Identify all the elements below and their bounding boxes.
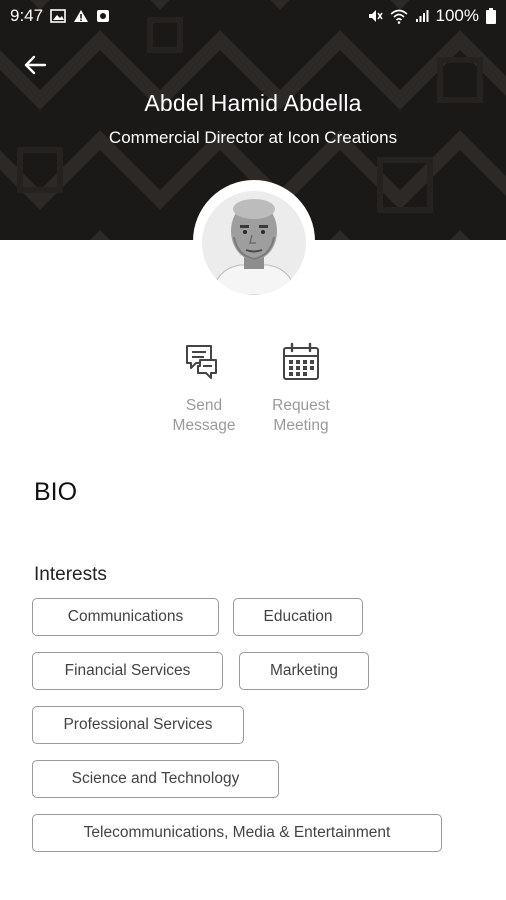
interest-chip[interactable]: Professional Services <box>32 706 244 744</box>
battery-percent: 100% <box>435 6 479 25</box>
image-icon <box>50 9 66 23</box>
calendar-icon <box>283 342 319 380</box>
avatar <box>193 180 315 302</box>
status-bar: 9:47 100% <box>0 0 506 32</box>
request-meeting-button[interactable]: Request Meeting <box>251 342 351 436</box>
interest-chip[interactable]: Education <box>233 598 363 636</box>
profile-name: Abdel Hamid Abdella <box>144 90 362 116</box>
profile-job-title: Commercial Director at Icon Creations <box>108 128 398 147</box>
interest-chip[interactable]: Marketing <box>239 652 369 690</box>
bio-heading: BIO <box>34 478 78 506</box>
send-message-label: Send Message <box>172 397 236 434</box>
signal-icon <box>415 9 429 23</box>
request-meeting-label: Request Meeting <box>272 397 330 434</box>
interest-chip[interactable]: Telecommunications, Media & Entertainmen… <box>32 814 442 852</box>
interest-chip[interactable]: Communications <box>32 598 219 636</box>
arrow-left-icon <box>24 55 47 75</box>
app-notification-icon <box>96 9 110 23</box>
wifi-icon <box>389 9 408 24</box>
battery-icon <box>486 8 496 24</box>
interest-chip[interactable]: Financial Services <box>32 652 223 690</box>
back-button[interactable] <box>18 48 52 82</box>
send-message-button[interactable]: Send Message <box>154 342 254 436</box>
status-time: 9:47 <box>10 6 44 25</box>
interest-chip[interactable]: Science and Technology <box>32 760 279 798</box>
chat-bubbles-icon <box>186 345 217 379</box>
warning-icon <box>73 9 89 23</box>
avatar-photo <box>202 191 306 295</box>
mute-icon <box>367 8 383 24</box>
interests-heading: Interests <box>34 564 107 585</box>
